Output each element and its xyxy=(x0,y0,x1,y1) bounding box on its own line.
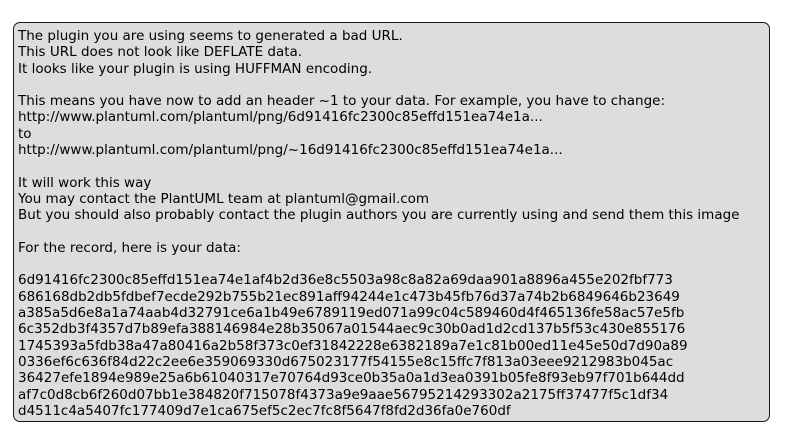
intro-line: It looks like your plugin is using HUFFM… xyxy=(18,60,373,77)
fixed-url-example: http://www.plantuml.com/plantuml/png/~16… xyxy=(18,142,563,159)
intro-line: The plugin you are using seems to genera… xyxy=(18,28,403,44)
error-message-panel: The plugin you are using seems to genera… xyxy=(13,22,770,422)
data-line: 36427efe1894e989e25a6b61040317e70764d93c… xyxy=(18,370,685,387)
contact-line: You may contact the PlantUML team at pla… xyxy=(18,190,430,207)
bad-url-example: http://www.plantuml.com/plantuml/png/6d9… xyxy=(18,109,543,126)
contact-line: It will work this way xyxy=(18,174,152,191)
data-line: 0336ef6c636f84d22c2ee6e359069330d6750231… xyxy=(18,353,674,370)
contact-line: But you should also probably contact the… xyxy=(18,207,740,224)
explanation-line: This means you have now to add an header… xyxy=(18,93,665,110)
data-line: 1745393a5fdb38a47a80416a2b58f373c0ef3184… xyxy=(18,337,688,354)
data-line: 686168db2db5fdbef7ecde292b755b21ec891aff… xyxy=(18,288,680,305)
record-label: For the record, here is your data: xyxy=(18,239,241,256)
data-line: 6c352db3f4357d7b89efa388146984e28b35067a… xyxy=(18,321,686,338)
intro-line: This URL does not look like DEFLATE data… xyxy=(18,44,303,61)
explanation-line: to xyxy=(18,125,32,142)
data-line: 6d91416fc2300c85effd151ea74e1af4b2d36e8c… xyxy=(18,272,673,289)
data-line: af7c0d8cb6f260d07bb1e384820f715078f4373a… xyxy=(18,386,669,403)
data-line: d4511c4a5407fc177409d7e1ca675ef5c2ec7fc8… xyxy=(18,402,511,419)
data-line: a385a5d6e8a1a74aab4d32791ce6a1b49e678911… xyxy=(18,305,685,322)
